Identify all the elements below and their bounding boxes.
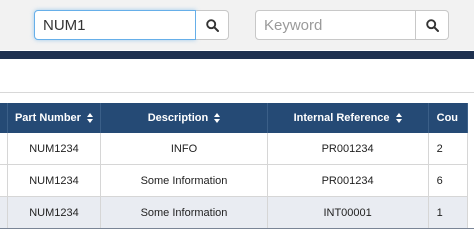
table-header-row: Part Number Description Internal Referen… <box>0 103 469 133</box>
row-select-cell <box>0 196 8 229</box>
part-search-group <box>34 10 229 40</box>
column-header-count[interactable]: Cou <box>428 103 469 133</box>
keyword-search-input[interactable] <box>255 10 416 40</box>
column-header-description[interactable]: Description <box>100 103 268 133</box>
keyword-search-group <box>255 10 449 40</box>
column-header-part-number[interactable]: Part Number <box>7 103 102 133</box>
row-select-cell <box>0 164 8 197</box>
column-header-label: Description <box>147 112 209 124</box>
search-icon <box>425 18 439 32</box>
count-cell: 1 <box>428 196 469 229</box>
internal-reference-cell: INT00001 <box>267 196 429 229</box>
sort-icon <box>395 113 402 124</box>
column-header-label: Part Number <box>14 112 81 124</box>
count-cell: 2 <box>428 133 469 165</box>
sort-icon <box>87 113 94 124</box>
table-row[interactable]: NUM1234 Some Information INT00001 1 <box>0 196 469 229</box>
part-search-button[interactable] <box>196 10 229 40</box>
table-bottom-border <box>0 228 474 229</box>
part-number-cell: NUM1234 <box>7 133 102 165</box>
description-cell: Some Information <box>100 164 268 197</box>
part-number-cell: NUM1234 <box>7 196 102 229</box>
column-header-internal-reference[interactable]: Internal Reference <box>267 103 429 133</box>
select-column-header <box>0 103 8 133</box>
part-number-cell: NUM1234 <box>7 164 102 197</box>
row-select-cell <box>0 133 8 165</box>
description-cell: INFO <box>100 133 268 165</box>
column-header-label: Internal Reference <box>293 112 390 124</box>
column-header-label: Cou <box>436 112 459 124</box>
search-icon <box>205 18 219 32</box>
table-row[interactable]: NUM1234 Some Information PR001234 6 <box>0 164 469 197</box>
header-divider-band <box>0 51 474 59</box>
parts-table: Part Number Description Internal Referen… <box>0 103 469 229</box>
part-search-input[interactable] <box>34 10 196 40</box>
sort-icon <box>214 113 221 124</box>
count-cell: 6 <box>428 164 469 197</box>
sub-toolbar <box>0 59 474 93</box>
internal-reference-cell: PR001234 <box>267 164 429 197</box>
keyword-search-button[interactable] <box>416 10 449 40</box>
top-toolbar <box>0 0 474 50</box>
internal-reference-cell: PR001234 <box>267 133 429 165</box>
table-row[interactable]: NUM1234 INFO PR001234 2 <box>0 133 469 165</box>
description-cell: Some Information <box>100 196 268 229</box>
